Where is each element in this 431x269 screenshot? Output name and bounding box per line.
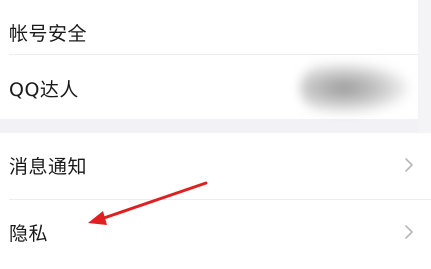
qq-talent-label: QQ达人 <box>9 78 79 101</box>
message-notification-label: 消息通知 <box>9 155 88 178</box>
privacy-row[interactable]: 隐私 <box>0 200 431 264</box>
chevron-right-icon <box>405 158 413 172</box>
chevron-right-icon <box>405 225 413 239</box>
blurred-avatar <box>300 62 410 114</box>
account-security-label: 帐号安全 <box>9 22 88 45</box>
privacy-label: 隐私 <box>9 222 49 245</box>
scroll-edge <box>418 0 431 133</box>
message-notification-row[interactable]: 消息通知 <box>0 133 431 197</box>
divider <box>9 54 431 55</box>
settings-group-notifications: 消息通知 隐私 <box>0 133 431 269</box>
